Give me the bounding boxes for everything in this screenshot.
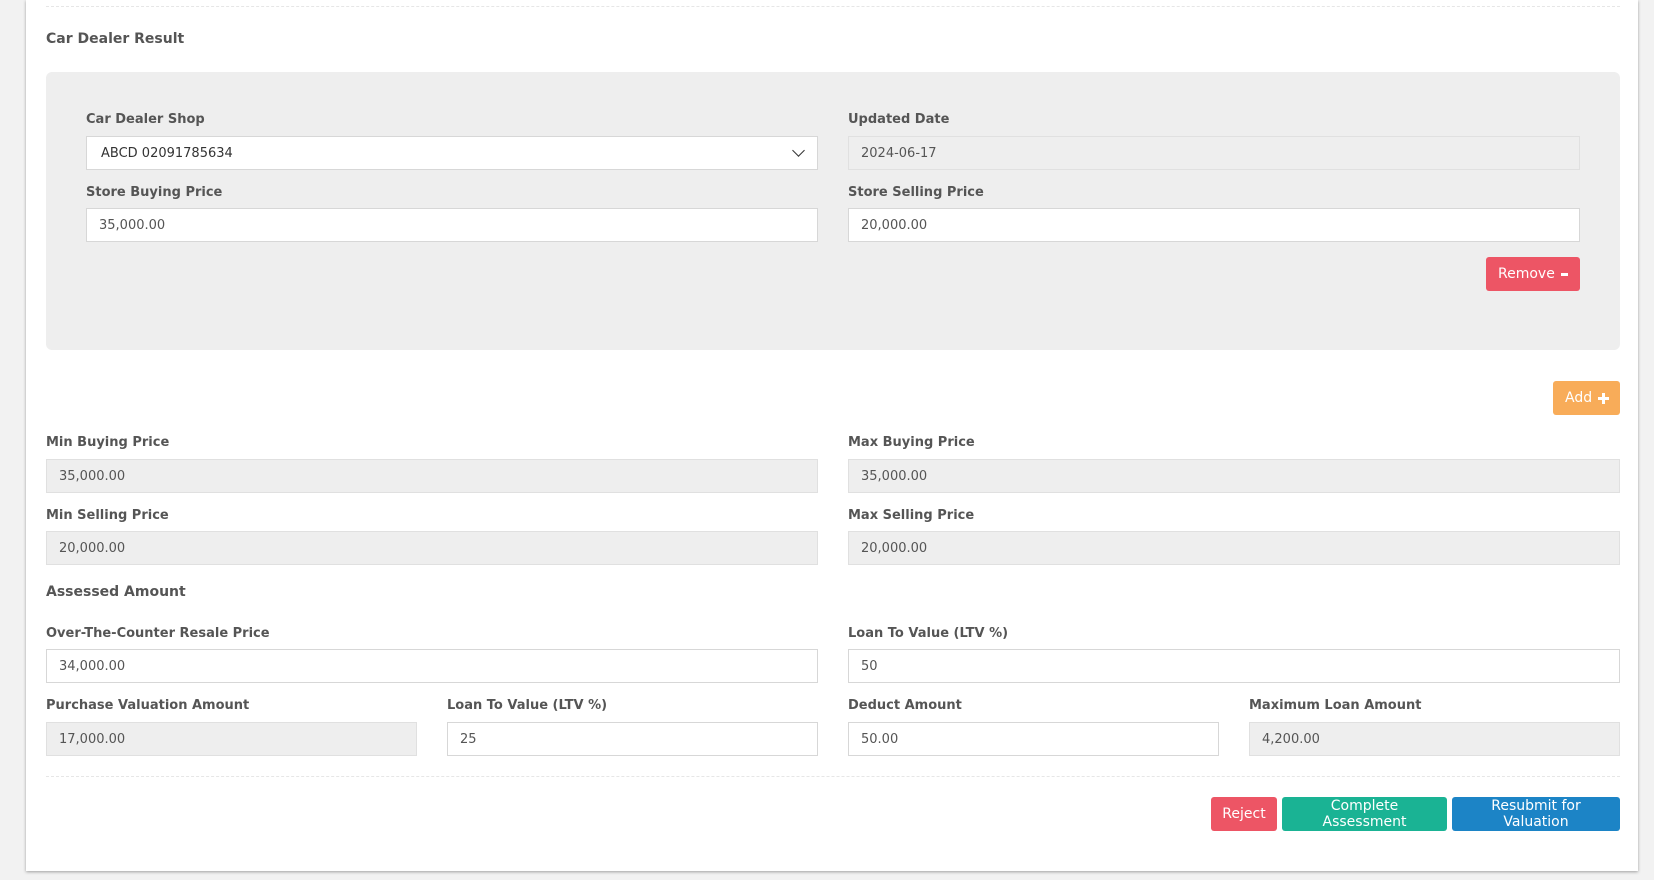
purchase-valuation-field [46, 722, 417, 756]
max-selling-price-label: Max Selling Price [848, 508, 975, 523]
deduct-amount-label: Deduct Amount [848, 698, 962, 713]
car-dealer-shop-label: Car Dealer Shop [86, 112, 205, 127]
complete-assessment-button[interactable]: Complete Assessment [1282, 797, 1447, 831]
maximum-loan-field [1249, 722, 1620, 756]
reject-button[interactable]: Reject [1211, 797, 1277, 831]
car-dealer-shop-select[interactable]: ABCD 02091785634 [86, 136, 818, 170]
updated-date-field [848, 136, 1580, 170]
min-selling-price-label: Min Selling Price [46, 508, 169, 523]
ltv-secondary-label: Loan To Value (LTV %) [447, 698, 608, 713]
store-buying-price-input[interactable] [86, 208, 818, 242]
deduct-amount-input[interactable] [848, 722, 1219, 756]
store-buying-price-label: Store Buying Price [86, 185, 223, 200]
min-buying-price-label: Min Buying Price [46, 435, 170, 450]
minus-icon [1560, 272, 1568, 276]
remove-button-label: Remove [1498, 266, 1555, 282]
add-button-label: Add [1565, 390, 1593, 406]
store-selling-price-input[interactable] [848, 208, 1580, 242]
max-selling-price-field [848, 531, 1620, 565]
purchase-valuation-label: Purchase Valuation Amount [46, 698, 250, 713]
maximum-loan-label: Maximum Loan Amount [1249, 698, 1422, 713]
bottom-divider [46, 776, 1620, 777]
ltv-input[interactable] [848, 649, 1620, 683]
chevron-down-icon [792, 144, 805, 157]
car-dealer-result-title: Car Dealer Result [46, 31, 185, 47]
remove-dealer-button[interactable]: Remove [1486, 257, 1580, 291]
resubmit-valuation-button[interactable]: Resubmit for Valuation [1452, 797, 1620, 831]
assessed-amount-title: Assessed Amount [46, 584, 186, 600]
otc-resale-price-input[interactable] [46, 649, 818, 683]
max-buying-price-field [848, 459, 1620, 493]
plus-icon [1598, 392, 1609, 404]
min-selling-price-field [46, 531, 818, 565]
top-divider [46, 6, 1620, 7]
min-buying-price-field [46, 459, 818, 493]
otc-resale-price-label: Over-The-Counter Resale Price [46, 626, 270, 641]
car-dealer-shop-value: ABCD 02091785634 [101, 145, 233, 161]
ltv-secondary-input[interactable] [447, 722, 818, 756]
store-selling-price-label: Store Selling Price [848, 185, 984, 200]
add-dealer-button[interactable]: Add [1553, 381, 1620, 415]
updated-date-label: Updated Date [848, 112, 950, 127]
max-buying-price-label: Max Buying Price [848, 435, 975, 450]
ltv-label: Loan To Value (LTV %) [848, 626, 1009, 641]
